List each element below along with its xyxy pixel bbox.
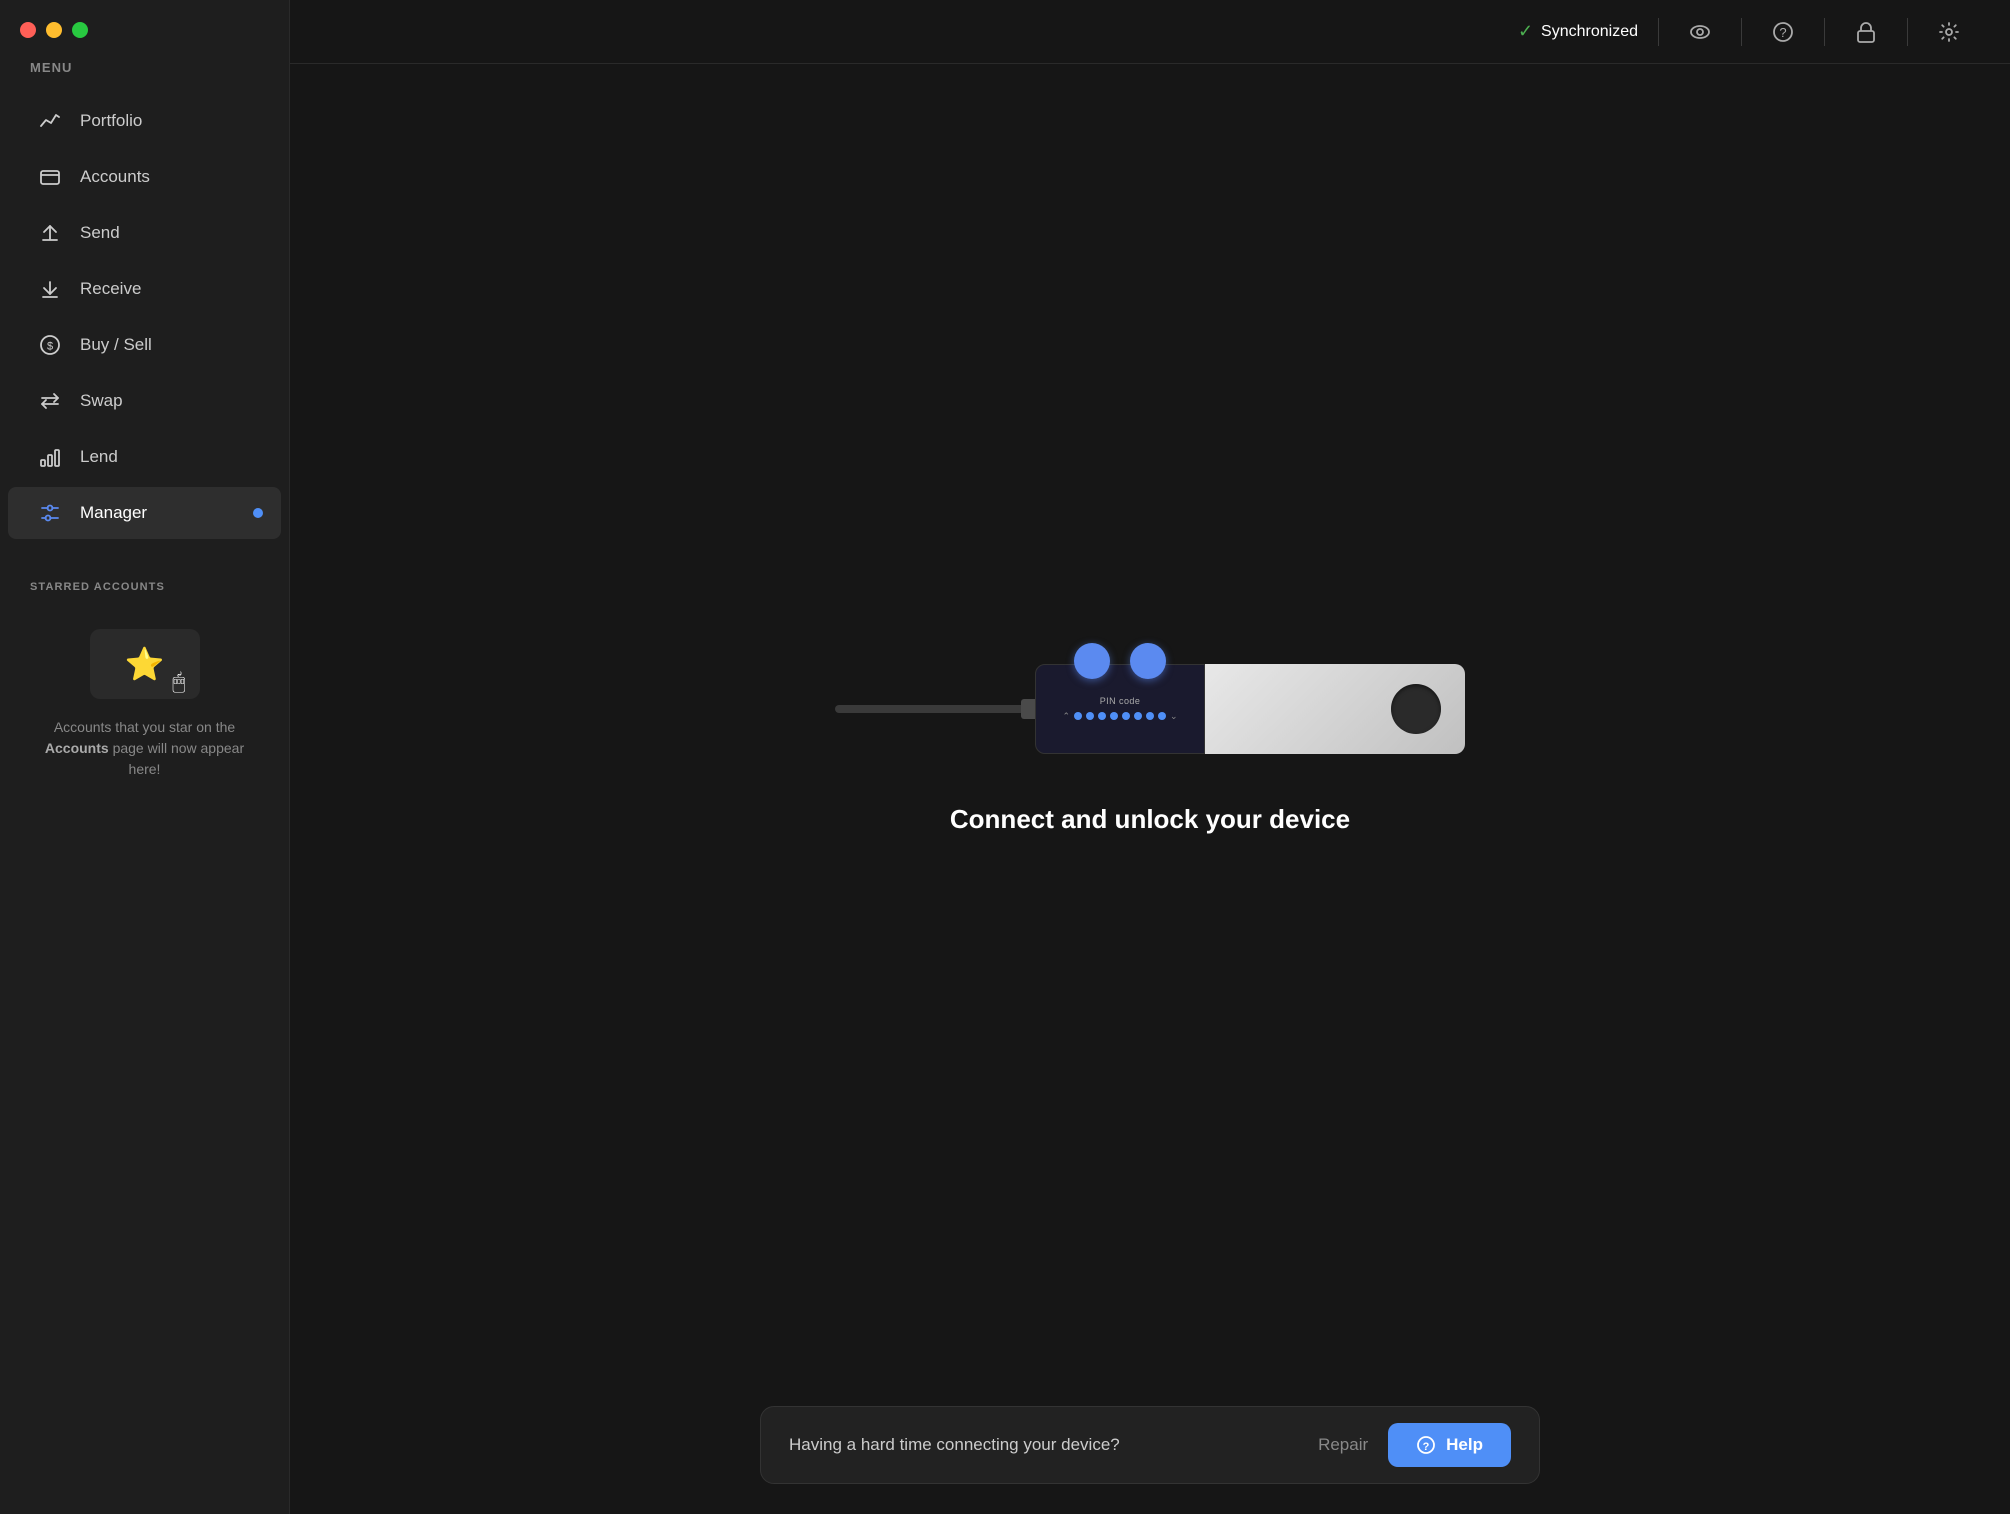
help-icon-button[interactable]: ? xyxy=(1762,11,1804,53)
starred-text-bold: Accounts xyxy=(45,740,109,756)
starred-text-before: Accounts that you star on the xyxy=(54,719,235,735)
sidebar-item-accounts[interactable]: Accounts xyxy=(8,151,281,203)
device-buttons xyxy=(1074,643,1166,679)
device-button-right xyxy=(1130,643,1166,679)
ledger-device: PIN code ⌃ ⌄ xyxy=(1035,664,1465,754)
pin-dot-7 xyxy=(1146,712,1154,720)
manager-badge xyxy=(253,508,263,518)
pin-dot-2 xyxy=(1086,712,1094,720)
swap-icon xyxy=(38,389,62,413)
help-button[interactable]: ? Help xyxy=(1388,1423,1511,1467)
device-screen: PIN code ⌃ ⌄ xyxy=(1035,664,1205,754)
header-divider-2 xyxy=(1741,18,1742,46)
cursor-icon: 🖱 xyxy=(172,669,185,695)
bottom-actions: Repair ? Help xyxy=(1318,1423,1511,1467)
sidebar-item-portfolio[interactable]: Portfolio xyxy=(8,95,281,147)
sidebar-item-label-buy-sell: Buy / Sell xyxy=(80,335,152,355)
content-area: PIN code ⌃ ⌄ xyxy=(290,64,2010,1514)
main-content: ✓ Synchronized ? xyxy=(290,0,2010,1514)
help-button-label: Help xyxy=(1446,1435,1483,1455)
sidebar-item-label-manager: Manager xyxy=(80,503,147,523)
repair-link[interactable]: Repair xyxy=(1318,1435,1368,1455)
header: ✓ Synchronized ? xyxy=(290,0,2010,64)
help-circle-icon: ? xyxy=(1416,1435,1436,1455)
bottom-bar: Having a hard time connecting your devic… xyxy=(760,1406,1540,1484)
sidebar: MENU Portfolio Accounts Send xyxy=(0,0,290,1514)
sidebar-item-label-accounts: Accounts xyxy=(80,167,150,187)
traffic-light-close[interactable] xyxy=(20,22,36,38)
menu-label: MENU xyxy=(0,60,289,75)
sidebar-item-lend[interactable]: Lend xyxy=(8,431,281,483)
sidebar-item-label-send: Send xyxy=(80,223,120,243)
bottom-help-text: Having a hard time connecting your devic… xyxy=(789,1435,1120,1455)
eye-button[interactable] xyxy=(1679,11,1721,53)
lock-button[interactable] xyxy=(1845,11,1887,53)
sidebar-item-label-portfolio: Portfolio xyxy=(80,111,142,131)
traffic-lights xyxy=(20,22,88,38)
svg-text:?: ? xyxy=(1779,25,1786,40)
svg-text:$: $ xyxy=(47,341,53,353)
starred-placeholder: ⭐ 🖱 Accounts that you star on the Accoun… xyxy=(8,609,281,804)
header-divider-3 xyxy=(1824,18,1825,46)
star-card: ⭐ 🖱 xyxy=(90,629,200,699)
pin-dot-1 xyxy=(1074,712,1082,720)
sidebar-item-swap[interactable]: Swap xyxy=(8,375,281,427)
pin-dot-4 xyxy=(1110,712,1118,720)
buy-sell-icon: $ xyxy=(38,333,62,357)
starred-label: STARRED ACCOUNTS xyxy=(8,581,281,593)
starred-description: Accounts that you star on the Accounts p… xyxy=(30,717,259,780)
starred-section: STARRED ACCOUNTS ⭐ 🖱 Accounts that you s… xyxy=(0,581,289,804)
sidebar-item-label-swap: Swap xyxy=(80,391,123,411)
usb-cable xyxy=(835,705,1035,713)
traffic-light-fullscreen[interactable] xyxy=(72,22,88,38)
send-icon xyxy=(38,221,62,245)
lend-icon xyxy=(38,445,62,469)
sidebar-item-label-lend: Lend xyxy=(80,447,118,467)
sidebar-item-buy-sell[interactable]: $ Buy / Sell xyxy=(8,319,281,371)
device-wheel xyxy=(1391,684,1441,734)
header-divider-4 xyxy=(1907,18,1908,46)
device-button-left xyxy=(1074,643,1110,679)
star-icon: ⭐ xyxy=(125,645,165,683)
device-main-body xyxy=(1205,664,1465,754)
pin-dot-6 xyxy=(1134,712,1142,720)
manager-icon xyxy=(38,501,62,525)
sidebar-item-send[interactable]: Send xyxy=(8,207,281,259)
sidebar-item-receive[interactable]: Receive xyxy=(8,263,281,315)
sync-check-icon: ✓ xyxy=(1518,21,1533,42)
settings-button[interactable] xyxy=(1928,11,1970,53)
portfolio-icon xyxy=(38,109,62,133)
pin-code-label: PIN code xyxy=(1100,696,1141,706)
pin-dot-8 xyxy=(1158,712,1166,720)
sync-label: Synchronized xyxy=(1541,23,1638,41)
receive-icon xyxy=(38,277,62,301)
svg-text:?: ? xyxy=(1423,1441,1430,1453)
connect-title: Connect and unlock your device xyxy=(950,804,1350,835)
traffic-light-minimize[interactable] xyxy=(46,22,62,38)
pin-dot-3 xyxy=(1098,712,1106,720)
pin-dots: ⌃ ⌄ xyxy=(1062,711,1177,722)
sync-status: ✓ Synchronized xyxy=(1518,21,1638,42)
starred-text-after: page will now appear here! xyxy=(109,740,244,777)
pin-dot-5 xyxy=(1122,712,1130,720)
header-divider-1 xyxy=(1658,18,1659,46)
device-illustration: PIN code ⌃ ⌄ xyxy=(835,664,1465,754)
sidebar-item-label-receive: Receive xyxy=(80,279,141,299)
sidebar-item-manager[interactable]: Manager xyxy=(8,487,281,539)
accounts-icon xyxy=(38,165,62,189)
